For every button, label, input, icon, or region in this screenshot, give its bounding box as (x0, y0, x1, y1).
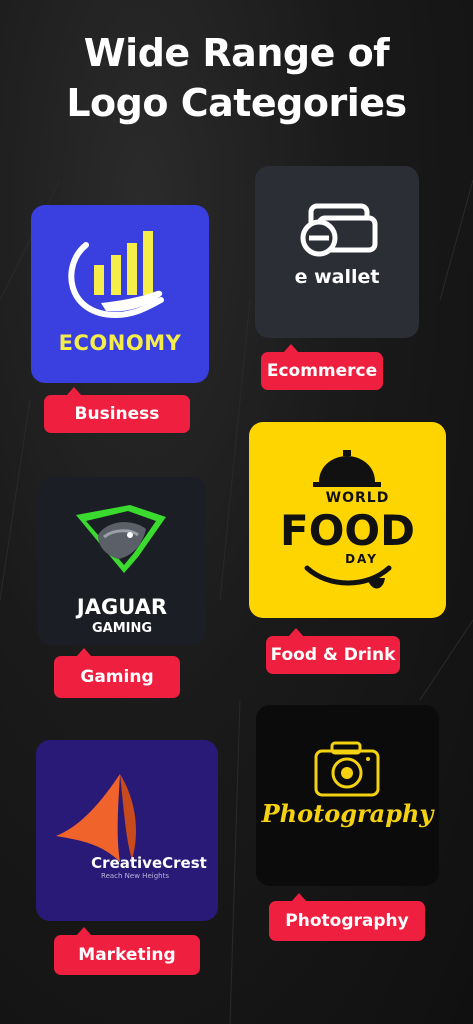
arrow-a-icon (56, 774, 136, 862)
category-tag-food-drink[interactable]: Food & Drink (266, 628, 400, 674)
camera-icon (314, 741, 380, 797)
logo-card-jaguar[interactable]: JAGUAR GAMING (38, 477, 206, 645)
ewallet-logo-text: e wallet (294, 266, 380, 288)
logo-card-economy[interactable]: ECONOMY (31, 205, 209, 383)
category-tag-gaming[interactable]: Gaming (54, 648, 180, 698)
gaming-logo-subtext: GAMING (91, 621, 153, 636)
category-tag-photography[interactable]: Photography (269, 893, 425, 941)
food-logo-world: WORLD (325, 490, 390, 506)
wallet-icon (300, 203, 378, 257)
jaguar-head-icon (76, 505, 166, 573)
category-tag-business[interactable]: Business (44, 387, 190, 433)
category-tag-marketing[interactable]: Marketing (54, 927, 200, 975)
bar-chart-hand-icon (68, 231, 164, 319)
logo-card-ewallet[interactable]: e wallet (255, 166, 419, 338)
logo-card-creativecrest[interactable]: CreativeCrest Reach New Heights (36, 740, 218, 921)
food-logo-day: DAY (345, 552, 378, 566)
economy-logo-text: ECONOMY (58, 331, 182, 355)
page-title: Wide Range of Logo Categories (66, 31, 407, 125)
food-logo-food: FOOD (280, 506, 415, 555)
category-tag-ecommerce[interactable]: Ecommerce (261, 344, 383, 390)
photography-logo-text: Photography (261, 799, 434, 828)
jaguar-logo-text: JAGUAR (76, 595, 168, 619)
logo-card-food[interactable]: WORLD FOOD DAY (249, 422, 446, 618)
creativecrest-tagline: Reach New Heights (101, 872, 169, 880)
creativecrest-logo-text: CreativeCrest (91, 854, 207, 872)
logo-card-photography[interactable]: Photography (256, 705, 439, 886)
